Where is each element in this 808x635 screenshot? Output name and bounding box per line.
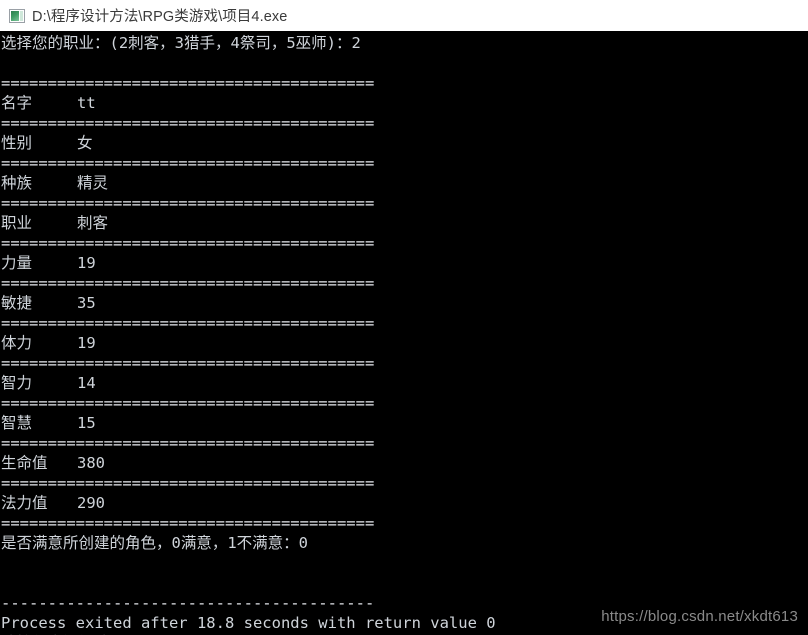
row-label: 性别: [1, 134, 33, 152]
row-value: 15: [77, 414, 96, 432]
row-value: 14: [77, 374, 96, 392]
separator-line: ========================================: [1, 314, 375, 332]
row-label: 法力值: [1, 494, 48, 512]
table-row: 智慧 15: [0, 413, 808, 433]
separator-line: ========================================: [1, 274, 375, 292]
table-row: 生命值 380: [0, 453, 808, 473]
watermark-url: https://blog.csdn.net/xkdt613: [601, 608, 798, 625]
table-row: 职业 刺客: [0, 213, 808, 233]
row-label: 生命值: [1, 454, 48, 472]
separator-line: ========================================: [1, 394, 375, 412]
row-value: 35: [77, 294, 96, 312]
row-label: 智力: [1, 374, 33, 392]
separator-line: ========================================: [1, 434, 375, 452]
table-row: 法力值 290: [0, 493, 808, 513]
table-row: 力量 19: [0, 253, 808, 273]
row-value: 精灵: [77, 174, 109, 192]
table-row: 名字 tt: [0, 93, 808, 113]
table-row: 性别 女: [0, 133, 808, 153]
row-label: 敏捷: [1, 294, 33, 312]
window-title: D:\程序设计方法\RPG类游戏\项目4.exe: [32, 9, 288, 25]
console-icon-glyph-left: [11, 10, 19, 21]
prompt-confirm-line: 是否满意所创建的角色，0满意，1不满意：0: [1, 534, 308, 552]
row-value: 290: [77, 494, 105, 512]
row-value: 19: [77, 254, 96, 272]
separator-line: ========================================: [1, 234, 375, 252]
separator-line: ========================================: [1, 194, 375, 212]
table-row: 种族 精灵: [0, 173, 808, 193]
separator-line: ========================================: [1, 354, 375, 372]
row-label: 智慧: [1, 414, 33, 432]
separator-line: ========================================: [1, 514, 375, 532]
separator-line: ========================================: [1, 474, 375, 492]
row-value: 19: [77, 334, 96, 352]
table-row: 体力 19: [0, 333, 808, 353]
row-label: 力量: [1, 254, 33, 272]
row-value: 刺客: [77, 214, 109, 232]
row-label: 体力: [1, 334, 33, 352]
table-row: 智力 14: [0, 373, 808, 393]
row-label: 职业: [1, 214, 33, 232]
row-value: 女: [77, 134, 93, 152]
console-window: D:\程序设计方法\RPG类游戏\项目4.exe 选择您的职业：(2刺客，3猎手…: [0, 0, 808, 635]
row-value: 380: [77, 454, 105, 472]
separator-line: ========================================: [1, 74, 375, 92]
title-bar[interactable]: D:\程序设计方法\RPG类游戏\项目4.exe: [0, 0, 808, 33]
console-output-area[interactable]: 选择您的职业：(2刺客，3猎手，4祭司，5巫师)：2 =============…: [0, 33, 808, 635]
console-icon-glyph-right: [20, 10, 23, 21]
prompt-class-line: 选择您的职业：(2刺客，3猎手，4祭司，5巫师)：2: [1, 34, 361, 52]
row-value: tt: [77, 94, 96, 112]
separator-line: ========================================: [1, 114, 375, 132]
row-label: 名字: [1, 94, 33, 112]
console-window-icon: [9, 8, 25, 23]
row-label: 种族: [1, 174, 33, 192]
separator-line: ========================================: [1, 154, 375, 172]
table-row: 敏捷 35: [0, 293, 808, 313]
